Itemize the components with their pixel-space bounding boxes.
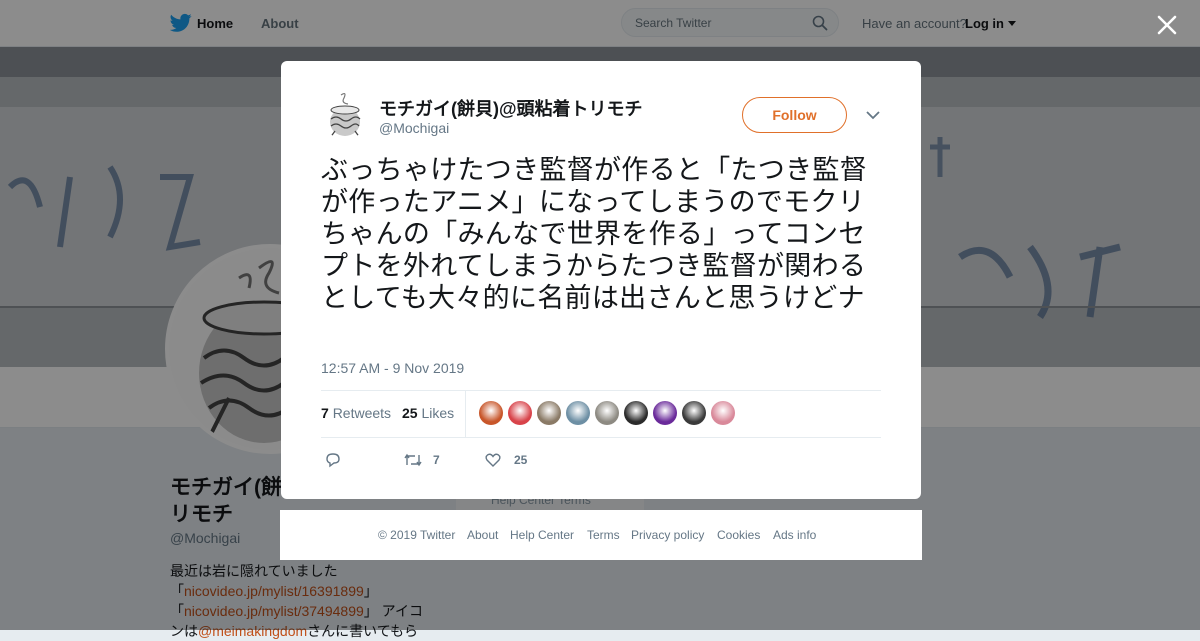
tweet-text: ぶっちゃけたつき監督が作ると「たつき監督が作ったアニメ」になってしまうのでモクリ…: [321, 155, 867, 313]
liker-avatar[interactable]: [479, 401, 503, 425]
modal-footer: © 2019 Twitter About Help Center Terms P…: [280, 510, 922, 560]
retweet-button[interactable]: 7: [403, 451, 463, 469]
author-handle[interactable]: @Mochigai: [379, 120, 449, 136]
chevron-down-icon[interactable]: [865, 109, 881, 121]
liker-avatar[interactable]: [595, 401, 619, 425]
close-icon[interactable]: [1156, 14, 1178, 36]
liker-avatar[interactable]: [624, 401, 648, 425]
liker-avatar[interactable]: [566, 401, 590, 425]
footer-cookies-link[interactable]: Cookies: [717, 528, 760, 542]
retweet-icon: [404, 453, 422, 467]
retweets-stat[interactable]: 7 Retweets: [321, 405, 391, 421]
likes-stat[interactable]: 25 Likes: [402, 405, 454, 421]
like-button[interactable]: 25: [484, 451, 544, 469]
reply-icon: [326, 453, 340, 468]
liker-avatar[interactable]: [537, 401, 561, 425]
tweet-timestamp[interactable]: 12:57 AM - 9 Nov 2019: [321, 360, 464, 376]
likes-count: 25: [402, 405, 418, 421]
retweets-count: 7: [321, 405, 329, 421]
footer-privacy-link[interactable]: Privacy policy: [631, 528, 704, 542]
retweet-action-count: 7: [433, 453, 440, 467]
liker-avatar[interactable]: [711, 401, 735, 425]
divider: [321, 390, 881, 391]
liker-avatar[interactable]: [653, 401, 677, 425]
heart-icon: [485, 453, 501, 467]
author-avatar[interactable]: [321, 91, 369, 139]
likes-label: Likes: [421, 405, 455, 421]
like-action-count: 25: [514, 453, 528, 467]
footer-about-link[interactable]: About: [467, 528, 498, 542]
reply-button[interactable]: [324, 451, 344, 469]
divider: [465, 391, 466, 437]
footer-terms-link[interactable]: Terms: [587, 528, 620, 542]
liker-avatar[interactable]: [508, 401, 532, 425]
liker-avatar[interactable]: [682, 401, 706, 425]
footer-help-link[interactable]: Help Center: [510, 528, 574, 542]
retweets-label: Retweets: [332, 405, 392, 421]
footer-copyright: © 2019 Twitter: [378, 528, 456, 542]
divider: [321, 437, 881, 438]
author-name[interactable]: モチガイ(餅貝)@頭粘着トリモチ: [379, 95, 643, 121]
footer-ads-link[interactable]: Ads info: [773, 528, 816, 542]
follow-button[interactable]: Follow: [742, 97, 847, 133]
tweet-permalink-modal: モチガイ(餅貝)@頭粘着トリモチ @Mochigai Follow ぶっちゃけた…: [281, 61, 921, 499]
